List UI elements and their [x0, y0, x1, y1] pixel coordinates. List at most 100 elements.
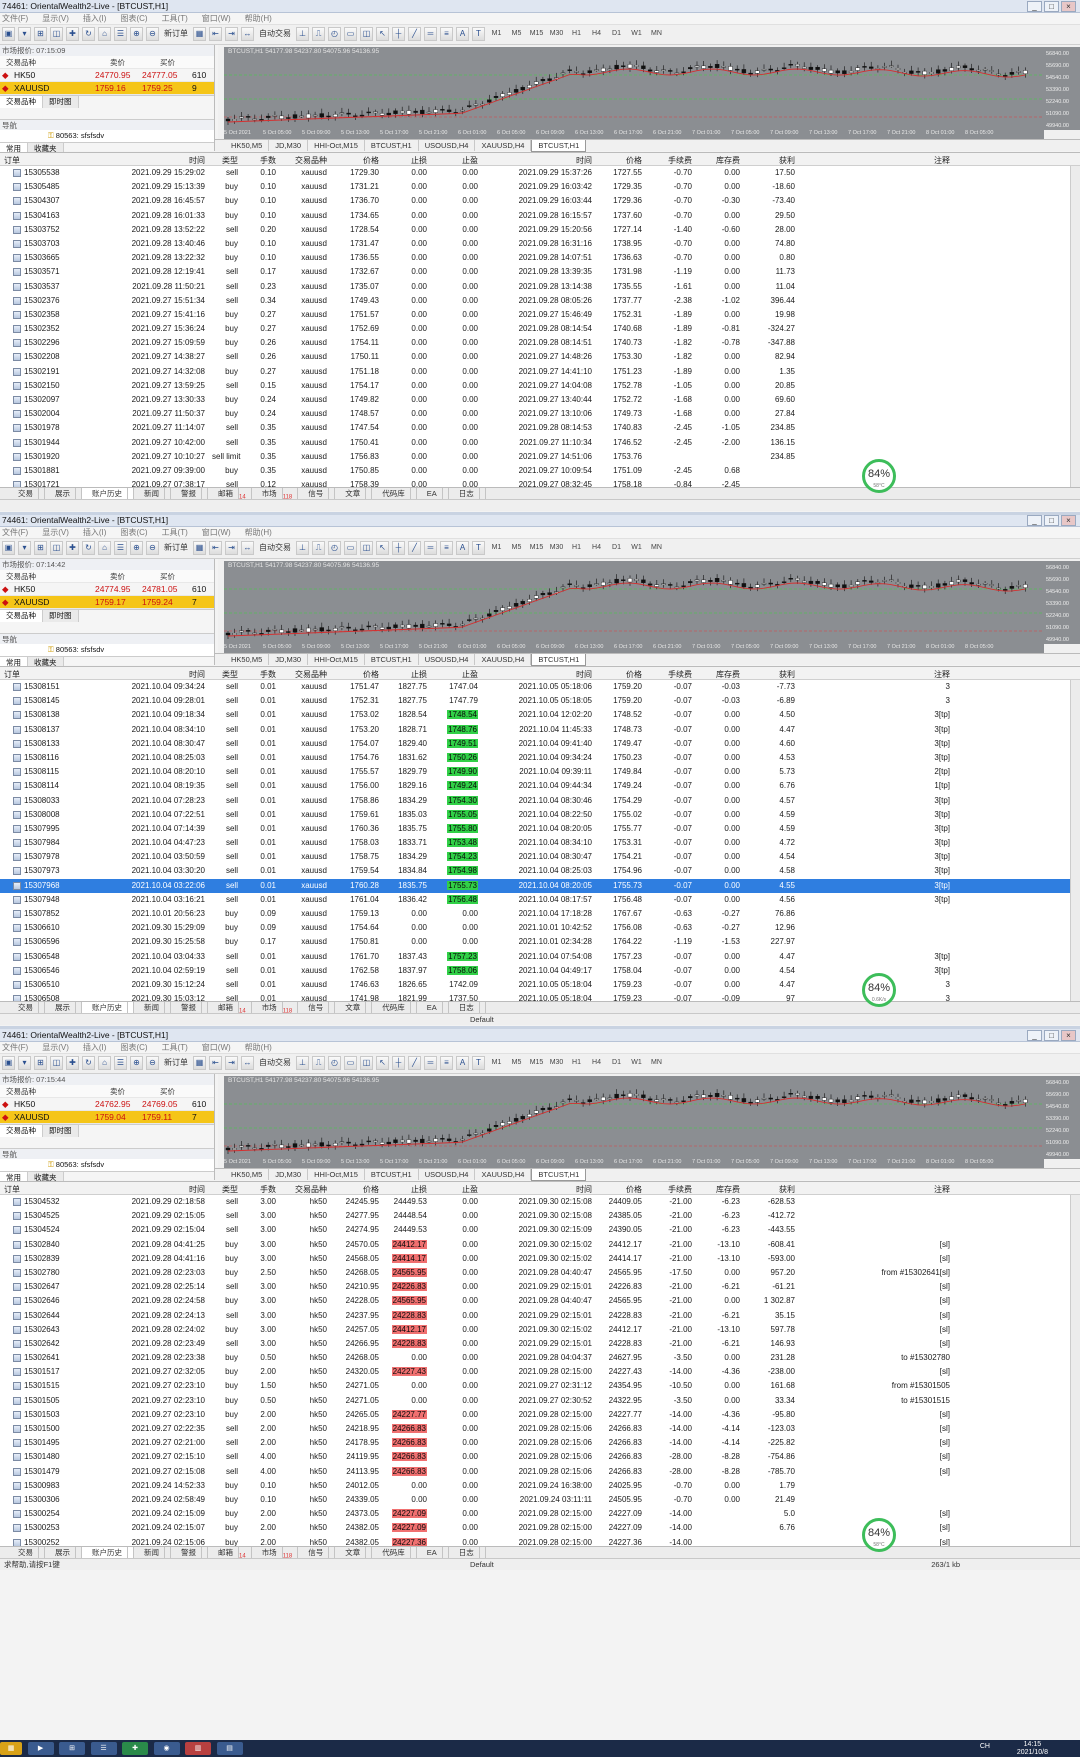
column-header[interactable]: 价格	[338, 1184, 379, 1195]
table-row[interactable]: 15306508 2021.09.30 15:03:12 sell 0.01 xauus…	[0, 992, 1080, 1001]
chart-tab[interactable]: JD,M30	[269, 140, 309, 151]
chart-area[interactable]: BTCUST,H1 54177.98 54237.80 54075.96 541…	[218, 1074, 1080, 1168]
column-header[interactable]: 库存费	[700, 1184, 740, 1195]
timeframe-button[interactable]: W1	[628, 1056, 645, 1070]
table-scrollbar[interactable]	[1070, 166, 1080, 487]
timeframe-button[interactable]: MN	[648, 1056, 665, 1070]
tab-symbols[interactable]: 交易品种	[0, 610, 43, 622]
minimize-button[interactable]: _	[1027, 1, 1042, 12]
table-row[interactable]: 15302296 2021.09.27 15:09:59 buy 0.26 xauusd…	[0, 336, 1080, 350]
toolbar-icon[interactable]: ✚	[66, 27, 79, 41]
toolbar-icon[interactable]: ◫	[50, 541, 63, 555]
table-row[interactable]: 15302208 2021.09.27 14:38:27 sell 0.26 xauus…	[0, 350, 1080, 364]
menu-item[interactable]: 帮助(H)	[245, 14, 272, 23]
column-header[interactable]: 手数	[248, 669, 276, 680]
column-header[interactable]: 手续费	[652, 1184, 692, 1195]
price-chart[interactable]: BTCUST,H1 54177.98 54237.80 54075.96 541…	[224, 1076, 1044, 1168]
toolbar-icon[interactable]: A	[456, 27, 469, 41]
toolbar-icon[interactable]: ⊥	[296, 27, 309, 41]
timeframe-button[interactable]: M1	[488, 1056, 505, 1070]
timeframe-button[interactable]: M30	[548, 27, 565, 41]
table-row[interactable]: 15306548 2021.10.04 03:04:33 sell 0.01 xauus…	[0, 950, 1080, 964]
column-header[interactable]: 时间	[497, 669, 592, 680]
table-row[interactable]: 15307948 2021.10.04 03:16:21 sell 0.01 xauus…	[0, 893, 1080, 907]
toolbar-icon[interactable]: ⇤	[209, 541, 222, 555]
toolbar-icon[interactable]: A	[456, 541, 469, 555]
column-header[interactable]: 价格	[600, 1184, 642, 1195]
toolbar-icon[interactable]: ┼	[392, 541, 405, 555]
toolbar-icon[interactable]: ⌂	[98, 541, 111, 555]
menu-item[interactable]: 工具(T)	[162, 14, 188, 23]
market-watch-row[interactable]: ◆ HK50 24770.95 24777.05 610	[0, 69, 214, 82]
table-row[interactable]: 15308116 2021.10.04 08:25:03 sell 0.01 xauus…	[0, 751, 1080, 765]
menu-item[interactable]: 窗口(W)	[202, 14, 231, 23]
toolbar-icon[interactable]: ↻	[82, 27, 95, 41]
market-watch-row[interactable]: ◆ XAUUSD 1759.04 1759.11 7	[0, 1111, 214, 1124]
menu-item[interactable]: 显示(V)	[42, 1043, 69, 1052]
table-row[interactable]: 15302780 2021.09.28 02:23:03 buy 2.50 hk50 24…	[0, 1266, 1080, 1280]
chart-tab[interactable]: BTCUST,H1	[365, 140, 419, 151]
timeframe-button[interactable]: M5	[508, 541, 525, 555]
toolbar-icon[interactable]: ↖	[376, 1056, 389, 1070]
table-row[interactable]: 15304307 2021.09.28 16:45:57 buy 0.10 xauusd…	[0, 194, 1080, 208]
auto-trade-button[interactable]: 自动交易	[257, 541, 293, 555]
column-header[interactable]: 获利	[745, 669, 795, 680]
table-row[interactable]: 15302358 2021.09.27 15:41:16 buy 0.27 xauusd…	[0, 308, 1080, 322]
toolbar-icon[interactable]: ⇥	[225, 27, 238, 41]
close-button[interactable]: ×	[1061, 1030, 1076, 1041]
column-header[interactable]: 价格	[338, 155, 379, 166]
navigator-account[interactable]: ⚿ 80563: sfsfsdv	[0, 1159, 214, 1171]
timeframe-button[interactable]: H1	[568, 541, 585, 555]
column-header[interactable]: 止盈	[433, 669, 478, 680]
column-header[interactable]: 价格	[600, 669, 642, 680]
chart-tab[interactable]: XAUUSD,H4	[475, 140, 532, 151]
toolbar-icon[interactable]: ⊞	[34, 1056, 47, 1070]
toolbar-icon[interactable]: ▦	[193, 1056, 206, 1070]
table-row[interactable]: 15301495 2021.09.27 02:21:00 sell 2.00 hk50 2…	[0, 1436, 1080, 1450]
market-watch-row[interactable]: ◆ XAUUSD 1759.16 1759.25 9	[0, 82, 214, 95]
navigator-account[interactable]: ⚿ 80563: sfsfsdv	[0, 644, 214, 656]
column-header[interactable]: 注释	[836, 669, 950, 680]
toolbar-icon[interactable]: ↻	[82, 541, 95, 555]
column-header[interactable]: 类型	[212, 1184, 238, 1195]
table-scrollbar[interactable]	[1070, 680, 1080, 1001]
table-row[interactable]: 15303703 2021.09.28 13:40:46 buy 0.10 xauusd…	[0, 237, 1080, 251]
toolbar-icon[interactable]: ═	[424, 27, 437, 41]
auto-trade-button[interactable]: 自动交易	[257, 27, 293, 41]
table-row[interactable]: 15307978 2021.10.04 03:50:59 sell 0.01 xauus…	[0, 850, 1080, 864]
table-row[interactable]: 15307984 2021.10.04 04:47:23 sell 0.01 xauus…	[0, 836, 1080, 850]
column-header[interactable]: 时间	[110, 1184, 205, 1195]
table-row[interactable]: 15301480 2021.09.27 02:15:10 sell 4.00 hk50 2…	[0, 1450, 1080, 1464]
taskbar-app[interactable]: ▤	[216, 1742, 243, 1755]
menu-item[interactable]: 文件(F)	[2, 528, 28, 537]
chart-tab[interactable]: XAUUSD,H4	[475, 654, 532, 665]
toolbar-icon[interactable]: ◫	[360, 1056, 373, 1070]
chart-tab[interactable]: JD,M30	[269, 1169, 309, 1180]
price-chart[interactable]: BTCUST,H1 54177.98 54237.80 54075.96 541…	[224, 561, 1044, 653]
close-button[interactable]: ×	[1061, 515, 1076, 526]
timeframe-button[interactable]: H1	[568, 27, 585, 41]
timeframe-button[interactable]: H1	[568, 1056, 585, 1070]
table-row[interactable]: 15301515 2021.09.27 02:23:10 buy 1.50 hk50 24…	[0, 1379, 1080, 1393]
chart-area[interactable]: BTCUST,H1 54177.98 54237.80 54075.96 541…	[218, 559, 1080, 653]
toolbar-icon[interactable]: ◴	[328, 541, 341, 555]
column-header[interactable]: 时间	[110, 155, 205, 166]
price-chart[interactable]: BTCUST,H1 54177.98 54237.80 54075.96 541…	[224, 47, 1044, 139]
toolbar-icon[interactable]: ═	[424, 1056, 437, 1070]
timeframe-button[interactable]: M15	[528, 27, 545, 41]
market-watch-row[interactable]: ◆ HK50 24774.95 24781.05 610	[0, 583, 214, 596]
table-row[interactable]: 15304525 2021.09.29 02:15:05 sell 3.00 hk50 2…	[0, 1209, 1080, 1223]
toolbar-icon[interactable]: ◫	[360, 541, 373, 555]
chart-tab[interactable]: USOUSD,H4	[419, 654, 476, 665]
column-header[interactable]: 类型	[212, 155, 238, 166]
menu-item[interactable]: 插入(I)	[83, 1043, 107, 1052]
table-row[interactable]: 15300252 2021.09.24 02:15:06 buy 2.00 hk50 24…	[0, 1536, 1080, 1546]
column-header[interactable]: 获利	[745, 1184, 795, 1195]
column-header[interactable]: 止损	[385, 669, 427, 680]
timeframe-button[interactable]: M1	[488, 541, 505, 555]
toolbar-icon[interactable]: ▦	[193, 541, 206, 555]
table-row[interactable]: 15306510 2021.09.30 15:12:24 sell 0.01 xauus…	[0, 978, 1080, 992]
toolbar-icon[interactable]: ⇥	[225, 1056, 238, 1070]
table-row[interactable]: 15301479 2021.09.27 02:15:08 sell 4.00 hk50 2…	[0, 1465, 1080, 1479]
maximize-button[interactable]: □	[1044, 1, 1059, 12]
